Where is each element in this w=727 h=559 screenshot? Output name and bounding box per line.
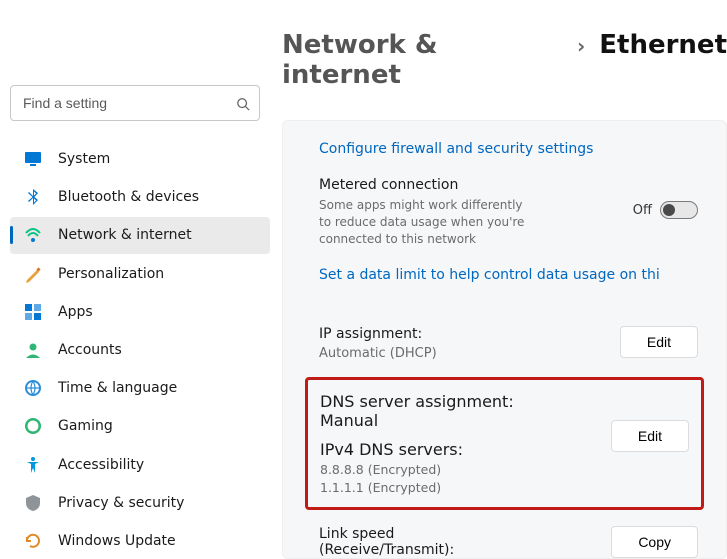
link-speed-label: Link speed (Receive/Transmit): [319, 526, 489, 558]
search-input[interactable] [10, 85, 260, 121]
dns-server-2: 1.1.1.1 (Encrypted) [320, 480, 514, 495]
metered-section: Metered connection Some apps might work … [319, 177, 698, 247]
sidebar-item-label: Bluetooth & devices [58, 189, 199, 205]
dns-section: DNS server assignment: Manual IPv4 DNS s… [320, 392, 689, 495]
main: Network & internet › Ethernet Configure … [270, 0, 727, 559]
dns-server-1: 8.8.8.8 (Encrypted) [320, 462, 514, 477]
gaming-icon [24, 417, 42, 435]
bluetooth-icon [24, 188, 42, 206]
sidebar-item-label: Privacy & security [58, 495, 184, 511]
sidebar-item-label: Accounts [58, 342, 122, 358]
dns-highlight: DNS server assignment: Manual IPv4 DNS s… [305, 377, 704, 510]
dns-label: DNS server assignment: [320, 392, 514, 411]
sidebar-item-label: Windows Update [58, 533, 176, 549]
sidebar-item-label: Network & internet [58, 227, 192, 243]
content-panel: Configure firewall and security settings… [282, 120, 727, 559]
apps-icon [24, 303, 42, 321]
dns-v4-label: IPv4 DNS servers: [320, 440, 514, 459]
system-icon [24, 150, 42, 168]
ip-value: Automatic (DHCP) [319, 346, 437, 361]
metered-toggle-wrap: Off [633, 201, 698, 219]
sidebar-item-system[interactable]: System [10, 141, 270, 177]
breadcrumb-parent[interactable]: Network & internet [282, 30, 563, 90]
sidebar-item-label: Time & language [58, 380, 177, 396]
accessibility-icon [24, 456, 42, 474]
sidebar-item-label: Gaming [58, 418, 113, 434]
firewall-link[interactable]: Configure firewall and security settings [319, 141, 698, 157]
sidebar-item-bluetooth[interactable]: Bluetooth & devices [10, 179, 270, 215]
shield-icon [24, 494, 42, 512]
sidebar-item-accessibility[interactable]: Accessibility [10, 447, 270, 483]
sidebar-item-windows-update[interactable]: Windows Update [10, 523, 270, 559]
sidebar-item-network[interactable]: Network & internet [10, 217, 270, 253]
metered-toggle[interactable] [660, 201, 698, 219]
search-wrapper [10, 85, 260, 121]
sidebar-item-gaming[interactable]: Gaming [10, 408, 270, 444]
personalization-icon [24, 265, 42, 283]
dns-value: Manual [320, 411, 514, 430]
metered-title: Metered connection [319, 177, 529, 193]
sidebar-item-label: System [58, 151, 110, 167]
link-speed-section: Link speed (Receive/Transmit): Copy [319, 526, 698, 558]
sidebar: System Bluetooth & devices Network & int… [0, 0, 270, 559]
sidebar-item-label: Personalization [58, 266, 164, 282]
link-copy-button[interactable]: Copy [611, 526, 698, 558]
ip-edit-button[interactable]: Edit [620, 326, 698, 358]
toggle-state-label: Off [633, 203, 652, 218]
dns-edit-button[interactable]: Edit [611, 420, 689, 452]
metered-desc: Some apps might work differently to redu… [319, 197, 529, 247]
ip-assignment-section: IP assignment: Automatic (DHCP) Edit [319, 326, 698, 361]
breadcrumb: Network & internet › Ethernet [276, 30, 727, 90]
accounts-icon [24, 341, 42, 359]
network-icon [24, 226, 42, 244]
sidebar-item-personalization[interactable]: Personalization [10, 256, 270, 292]
sidebar-item-apps[interactable]: Apps [10, 294, 270, 330]
sidebar-item-privacy[interactable]: Privacy & security [10, 485, 270, 521]
page-title: Ethernet [599, 30, 727, 60]
sidebar-item-label: Apps [58, 304, 93, 320]
data-limit-link[interactable]: Set a data limit to help control data us… [319, 267, 698, 283]
sidebar-item-label: Accessibility [58, 457, 144, 473]
ip-label: IP assignment: [319, 326, 437, 342]
sidebar-item-time-language[interactable]: Time & language [10, 370, 270, 406]
sidebar-item-accounts[interactable]: Accounts [10, 332, 270, 368]
chevron-right-icon: › [577, 34, 585, 58]
update-icon [24, 532, 42, 550]
time-language-icon [24, 379, 42, 397]
